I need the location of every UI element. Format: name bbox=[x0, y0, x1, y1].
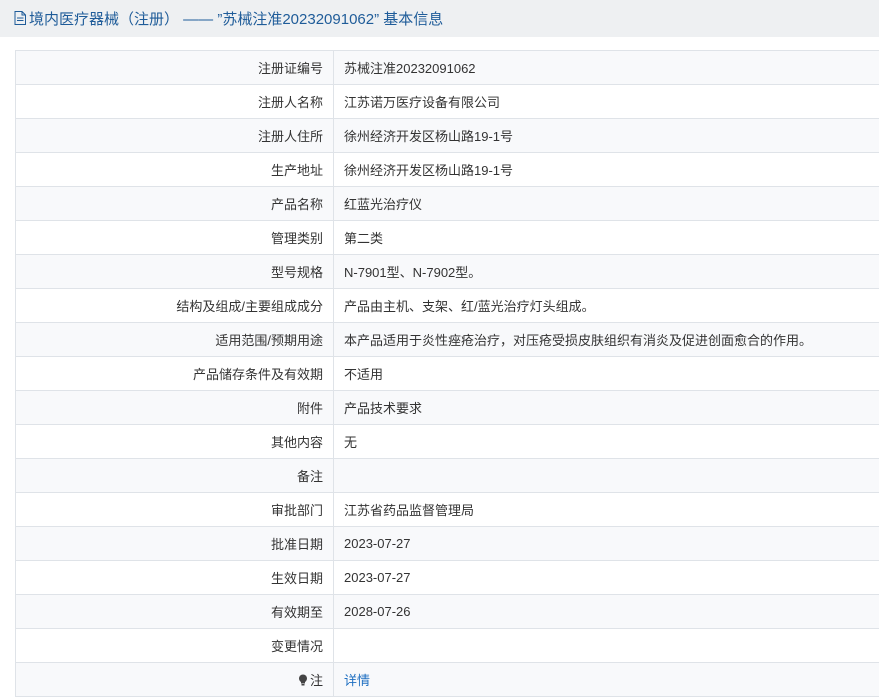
field-label: 附件 bbox=[15, 390, 334, 425]
field-value: 徐州经济开发区杨山路19-1号 bbox=[333, 152, 879, 187]
field-value: 2023-07-27 bbox=[333, 526, 879, 561]
field-value: 产品由主机、支架、红/蓝光治疗灯头组成。 bbox=[333, 288, 879, 323]
field-value bbox=[333, 628, 879, 663]
details-link[interactable]: 详情 bbox=[344, 673, 370, 688]
table-row: 结构及组成/主要组成成分 产品由主机、支架、红/蓝光治疗灯头组成。 bbox=[15, 288, 879, 323]
info-table: 注册证编号 苏械注准20232091062 注册人名称 江苏诺万医疗设备有限公司 注册人… bbox=[15, 50, 879, 697]
table-row: 附件 产品技术要求 bbox=[15, 390, 879, 425]
field-label: 生产地址 bbox=[15, 152, 334, 187]
note-value-cell: 详情 bbox=[333, 662, 879, 697]
field-label: 产品名称 bbox=[15, 186, 334, 221]
field-value: 徐州经济开发区杨山路19-1号 bbox=[333, 118, 879, 153]
table-row: 生产地址 徐州经济开发区杨山路19-1号 bbox=[15, 152, 879, 187]
field-value: 第二类 bbox=[333, 220, 879, 255]
table-row: 注册人名称 江苏诺万医疗设备有限公司 bbox=[15, 84, 879, 119]
page: 境内医疗器械（注册） —— ”苏械注准20232091062” 基本信息 注册证… bbox=[0, 0, 879, 700]
info-table-container: 注册证编号 苏械注准20232091062 注册人名称 江苏诺万医疗设备有限公司 注册人… bbox=[15, 50, 879, 697]
table-row: 变更情况 bbox=[15, 628, 879, 663]
field-value: 2028-07-26 bbox=[333, 594, 879, 629]
field-value: 无 bbox=[333, 424, 879, 459]
field-label: 注册证编号 bbox=[15, 50, 334, 85]
field-label: 管理类别 bbox=[15, 220, 334, 255]
field-value: 本产品适用于炎性痤疮治疗，对压疮受损皮肤组织有消炎及促进创面愈合的作用。 bbox=[333, 322, 879, 357]
table-row: 审批部门 江苏省药品监督管理局 bbox=[15, 492, 879, 527]
field-label: 生效日期 bbox=[15, 560, 334, 595]
table-row: 有效期至 2028-07-26 bbox=[15, 594, 879, 629]
lightbulb-icon bbox=[298, 674, 308, 686]
field-label: 备注 bbox=[15, 458, 334, 493]
document-icon bbox=[14, 10, 26, 25]
field-label: 型号规格 bbox=[15, 254, 334, 289]
field-value: 江苏省药品监督管理局 bbox=[333, 492, 879, 527]
field-value: 江苏诺万医疗设备有限公司 bbox=[333, 84, 879, 119]
table-row: 产品储存条件及有效期 不适用 bbox=[15, 356, 879, 391]
field-label: 有效期至 bbox=[15, 594, 334, 629]
field-label: 结构及组成/主要组成成分 bbox=[15, 288, 334, 323]
field-label: 产品储存条件及有效期 bbox=[15, 356, 334, 391]
field-value: 红蓝光治疗仪 bbox=[333, 186, 879, 221]
field-label: 其他内容 bbox=[15, 424, 334, 459]
table-row: 注册人住所 徐州经济开发区杨山路19-1号 bbox=[15, 118, 879, 153]
field-label: 注册人名称 bbox=[15, 84, 334, 119]
field-label: 审批部门 bbox=[15, 492, 334, 527]
table-row: 批准日期 2023-07-27 bbox=[15, 526, 879, 561]
page-header: 境内医疗器械（注册） —— ”苏械注准20232091062” 基本信息 bbox=[0, 0, 879, 37]
table-row: 注册证编号 苏械注准20232091062 bbox=[15, 50, 879, 85]
field-label: 变更情况 bbox=[15, 628, 334, 663]
table-row: 管理类别 第二类 bbox=[15, 220, 879, 255]
table-row: 备注 bbox=[15, 458, 879, 493]
table-row: 生效日期 2023-07-27 bbox=[15, 560, 879, 595]
field-value bbox=[333, 458, 879, 493]
table-row: 其他内容无 bbox=[15, 424, 879, 459]
field-value: 产品技术要求 bbox=[333, 390, 879, 425]
note-label-cell: 注 bbox=[15, 662, 334, 697]
field-label: 适用范围/预期用途 bbox=[15, 322, 334, 357]
note-label: 注 bbox=[309, 673, 323, 688]
table-row: 产品名称 红蓝光治疗仪 bbox=[15, 186, 879, 221]
field-value: 不适用 bbox=[333, 356, 879, 391]
field-value: 2023-07-27 bbox=[333, 560, 879, 595]
page-title: 境内医疗器械（注册） —— ”苏械注准20232091062” 基本信息 bbox=[29, 11, 444, 28]
note-row: 注 详情 bbox=[15, 662, 879, 697]
field-value: N-7901型、N-7902型。 bbox=[333, 254, 879, 289]
field-value: 苏械注准20232091062 bbox=[333, 50, 879, 85]
info-table-body: 注册证编号 苏械注准20232091062 注册人名称 江苏诺万医疗设备有限公司 注册人… bbox=[15, 50, 879, 697]
field-label: 批准日期 bbox=[15, 526, 334, 561]
table-row: 型号规格 N-7901型、N-7902型。 bbox=[15, 254, 879, 289]
table-row: 适用范围/预期用途 本产品适用于炎性痤疮治疗，对压疮受损皮肤组织有消炎及促进创面愈… bbox=[15, 322, 879, 357]
field-label: 注册人住所 bbox=[15, 118, 334, 153]
